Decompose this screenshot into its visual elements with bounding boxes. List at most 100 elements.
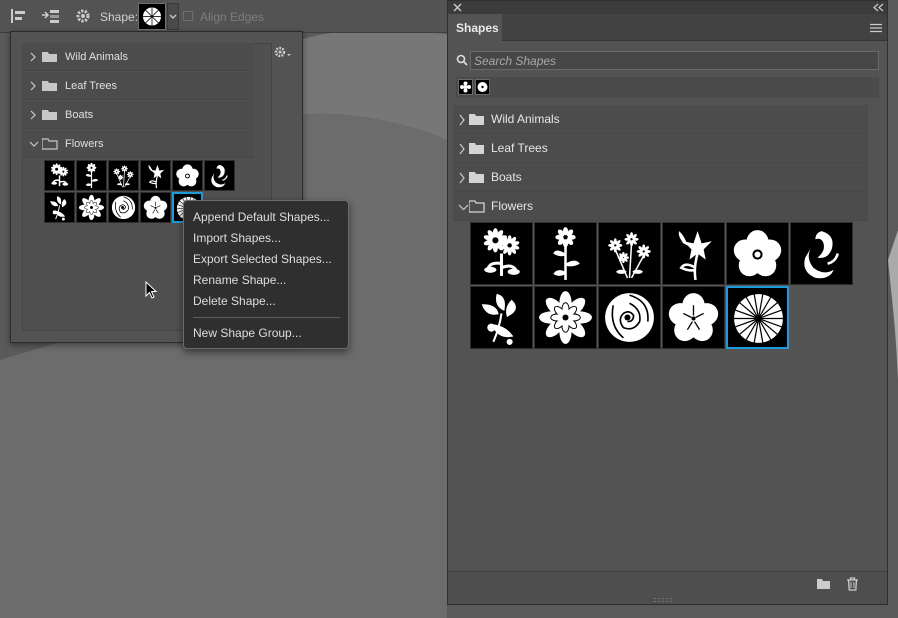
chevron-right-icon bbox=[30, 110, 36, 120]
shape-thumb-flower-10[interactable] bbox=[140, 192, 171, 223]
search-placeholder: Search Shapes bbox=[474, 54, 557, 68]
panel-group-wild-animals[interactable]: Wild Animals bbox=[453, 105, 868, 134]
shape-thumb-flower-5[interactable] bbox=[726, 222, 789, 285]
recent-shape-2[interactable] bbox=[475, 79, 490, 95]
flower-4-icon bbox=[148, 164, 165, 189]
chevron-right-icon bbox=[30, 52, 36, 62]
align-icon[interactable] bbox=[10, 6, 28, 29]
picker-group-label: Flowers bbox=[65, 138, 104, 150]
gear-icon[interactable] bbox=[74, 6, 92, 29]
shape-thumb-flower-2[interactable] bbox=[534, 222, 597, 285]
picker-group-label: Wild Animals bbox=[65, 51, 128, 63]
picker-group-boats[interactable]: Boats bbox=[22, 101, 254, 129]
chevron-down-icon bbox=[169, 14, 177, 19]
flower-10-icon bbox=[668, 293, 719, 342]
flower-6-icon bbox=[211, 164, 228, 188]
panel-group-boats[interactable]: Boats bbox=[453, 163, 868, 192]
flower-4-icon bbox=[678, 231, 712, 281]
shape-thumb-flower-3[interactable] bbox=[108, 160, 139, 191]
shape-thumb-flower-1[interactable] bbox=[44, 160, 75, 191]
picker-group-label: Boats bbox=[65, 109, 94, 121]
flower-9-icon bbox=[605, 293, 654, 342]
chevron-right-icon bbox=[459, 172, 465, 184]
resize-grip-icon[interactable] bbox=[653, 597, 675, 603]
folder-icon bbox=[469, 143, 484, 154]
shapes-panel: Shapes Search Shapes Wild Animals Leaf T… bbox=[447, 0, 888, 605]
flower-8-icon bbox=[78, 194, 105, 221]
flower-3-icon bbox=[608, 232, 651, 279]
shape-thumb-flower-7[interactable] bbox=[470, 286, 533, 349]
shape-thumb-flower-8[interactable] bbox=[534, 286, 597, 349]
shape-thumb-flower-1[interactable] bbox=[470, 222, 533, 285]
shape-thumb-flower-3[interactable] bbox=[598, 222, 661, 285]
folder-open-icon bbox=[42, 138, 58, 150]
menu-new-shape-group[interactable]: New Shape Group... bbox=[193, 326, 302, 340]
panel-group-label: Boats bbox=[491, 170, 522, 184]
chevron-right-icon bbox=[459, 143, 465, 155]
shape-thumb-flower-4[interactable] bbox=[662, 222, 725, 285]
context-menu: Append Default Shapes... Import Shapes..… bbox=[183, 200, 349, 349]
flower-10-icon bbox=[143, 195, 168, 219]
flower-7-icon bbox=[50, 196, 67, 221]
picker-group-label: Leaf Trees bbox=[65, 80, 117, 92]
shape-swatch[interactable] bbox=[138, 3, 166, 30]
recent-shape-1[interactable] bbox=[458, 79, 473, 95]
shape-dropdown[interactable] bbox=[167, 3, 179, 30]
options-bar: Shape: Align Edges bbox=[0, 0, 447, 33]
menu-separator bbox=[193, 317, 340, 318]
panel-group-label: Wild Animals bbox=[491, 112, 560, 126]
panel-menu-icon[interactable] bbox=[870, 23, 882, 33]
search-icon bbox=[456, 54, 468, 66]
picker-settings-gear-icon[interactable] bbox=[273, 45, 293, 64]
flower-5-icon bbox=[176, 164, 199, 187]
shape-thumb-flower-9[interactable] bbox=[108, 192, 139, 223]
flower-5-icon bbox=[733, 230, 782, 277]
shape-label: Shape: bbox=[100, 10, 139, 24]
shape-thumb-flower-8[interactable] bbox=[76, 192, 107, 223]
chevron-down-icon bbox=[29, 141, 39, 147]
shape-thumb-flower-10[interactable] bbox=[662, 286, 725, 349]
shape-thumb-flower-4[interactable] bbox=[140, 160, 171, 191]
shape-thumb-flower-2[interactable] bbox=[76, 160, 107, 191]
shape-thumb-flower-5[interactable] bbox=[172, 160, 203, 191]
arrange-icon[interactable] bbox=[40, 6, 62, 29]
folder-open-icon bbox=[469, 200, 485, 213]
menu-export-selected-shapes[interactable]: Export Selected Shapes... bbox=[193, 252, 332, 266]
menu-import-shapes[interactable]: Import Shapes... bbox=[193, 231, 281, 245]
menu-rename-shape[interactable]: Rename Shape... bbox=[193, 273, 286, 287]
panel-top-strip bbox=[448, 1, 887, 14]
picker-group-flowers[interactable]: Flowers bbox=[22, 130, 254, 158]
flower-11-icon bbox=[734, 294, 783, 343]
trash-icon[interactable] bbox=[846, 577, 859, 591]
flower-6-icon bbox=[804, 231, 839, 279]
flower-1-icon bbox=[483, 228, 520, 276]
panel-group-leaf-trees[interactable]: Leaf Trees bbox=[453, 134, 868, 163]
close-icon[interactable] bbox=[453, 3, 462, 12]
folder-icon bbox=[42, 52, 57, 62]
shape-thumb-flower-6[interactable] bbox=[204, 160, 235, 191]
panel-group-label: Flowers bbox=[491, 199, 534, 213]
shape-thumb-flower-6[interactable] bbox=[790, 222, 853, 285]
panel-tab-row: Shapes bbox=[448, 14, 887, 41]
search-input[interactable]: Search Shapes bbox=[470, 51, 879, 70]
align-edges-checkbox[interactable] bbox=[183, 11, 193, 21]
flower-3-icon bbox=[113, 165, 134, 188]
flower-2-icon bbox=[553, 227, 580, 280]
tab-shapes[interactable]: Shapes bbox=[448, 14, 502, 41]
menu-append-default-shapes[interactable]: Append Default Shapes... bbox=[193, 210, 330, 224]
picker-group-leaf-trees[interactable]: Leaf Trees bbox=[22, 72, 254, 100]
shape-thumb-flower-11[interactable] bbox=[726, 286, 789, 349]
chevron-right-icon bbox=[459, 114, 465, 126]
folder-icon bbox=[42, 81, 57, 91]
menu-delete-shape[interactable]: Delete Shape... bbox=[193, 294, 276, 308]
panel-group-label: Leaf Trees bbox=[491, 141, 548, 155]
picker-group-wild-animals[interactable]: Wild Animals bbox=[22, 43, 254, 71]
panel-group-flowers[interactable]: Flowers bbox=[453, 192, 868, 221]
folder-icon bbox=[469, 114, 484, 125]
align-edges-label: Align Edges bbox=[200, 10, 265, 24]
new-group-folder-icon[interactable] bbox=[817, 578, 831, 590]
shape-thumb-flower-9[interactable] bbox=[598, 286, 661, 349]
collapse-icon[interactable] bbox=[872, 3, 884, 12]
shape-thumb-flower-7[interactable] bbox=[44, 192, 75, 223]
flower-7-icon bbox=[481, 293, 516, 345]
